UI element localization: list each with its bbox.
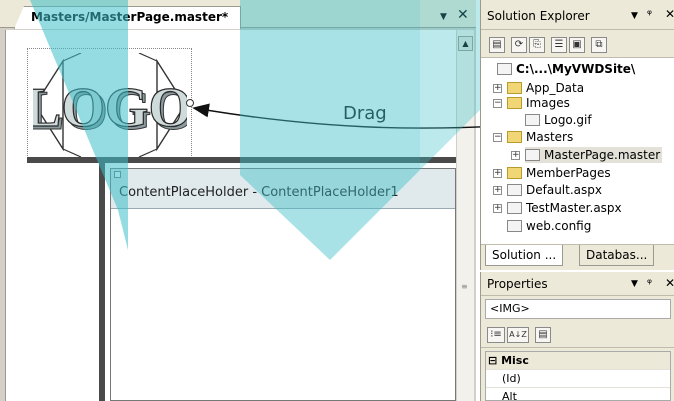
- tree-item-web-config[interactable]: web.config: [507, 218, 591, 234]
- expand-icon[interactable]: +: [493, 84, 502, 93]
- expand-icon[interactable]: +: [493, 169, 502, 178]
- folder-open-icon: [507, 97, 522, 109]
- collapse-icon[interactable]: −: [493, 99, 502, 108]
- drag-annotation-label: Drag: [343, 103, 387, 124]
- tree-item-testmaster-aspx[interactable]: TestMaster.aspx: [507, 200, 622, 216]
- expand-icon[interactable]: +: [511, 151, 520, 160]
- property-row-alt[interactable]: Alt: [486, 388, 670, 401]
- tree-item-site[interactable]: C:\...\MyVWDSite\: [497, 61, 635, 77]
- properties-panel: Properties ▼ ᵠ ✕ <IMG> ⁝≡ A↓Z ▤ ⊟ Misc (…: [480, 272, 674, 401]
- property-category-misc[interactable]: ⊟ Misc: [486, 352, 670, 370]
- folder-open-icon: [507, 131, 522, 143]
- smart-tag-icon[interactable]: [114, 171, 121, 178]
- tree-item-memberpages[interactable]: MemberPages: [507, 165, 611, 181]
- content-placeholder-header: ContentPlaceHolder - ContentPlaceHolder1: [111, 169, 455, 209]
- tree-item-masters[interactable]: Masters: [507, 129, 573, 145]
- category-label: Misc: [501, 354, 529, 367]
- scroll-up-button[interactable]: ▲: [458, 36, 473, 51]
- image-resize-handle[interactable]: [186, 99, 194, 107]
- master-header-bar: [27, 157, 456, 163]
- object-selector[interactable]: <IMG>: [485, 299, 671, 319]
- view-designer-icon[interactable]: ▣: [569, 37, 585, 53]
- content-placeholder-label: ContentPlaceHolder - ContentPlaceHolder1: [119, 185, 399, 200]
- tree-item-app-data[interactable]: App_Data: [507, 80, 584, 96]
- property-row-id[interactable]: (Id): [486, 370, 670, 388]
- properties-title: Properties: [487, 277, 548, 291]
- aspx-file-icon: [507, 202, 522, 214]
- expand-icon[interactable]: +: [493, 204, 502, 213]
- tree-item-masterpage[interactable]: MasterPage.master: [525, 147, 663, 163]
- solution-explorer-toolbar: ▤ ⟳ ⎘ ☰ ▣ ⧉: [481, 30, 674, 58]
- folder-icon: [507, 82, 522, 94]
- tree-item-logo-gif[interactable]: Logo.gif: [525, 112, 592, 128]
- collapse-category-icon[interactable]: ⊟: [486, 354, 497, 367]
- tab-solution-explorer[interactable]: Solution ...: [485, 245, 564, 266]
- solution-explorer-panel: Solution Explorer ▼ ᵠ ✕ ▤ ⟳ ⎘ ☰ ▣ ⧉ C:\.…: [480, 0, 674, 270]
- pin-icon[interactable]: ᵠ: [647, 7, 652, 21]
- tab-dropdown-icon[interactable]: ▼: [440, 12, 447, 22]
- folder-icon: [507, 167, 522, 179]
- close-icon[interactable]: ✕: [665, 7, 674, 21]
- tab-database-explorer[interactable]: Databas...: [579, 245, 655, 266]
- solution-tree[interactable]: C:\...\MyVWDSite\ + App_Data − Images Lo…: [481, 59, 674, 239]
- close-document-icon[interactable]: ✕: [457, 7, 469, 23]
- pin-icon[interactable]: ᵠ: [647, 276, 652, 290]
- scrollbar-grip[interactable]: ≡: [461, 282, 468, 291]
- master-file-icon: [525, 149, 540, 161]
- aspx-file-icon: [507, 184, 522, 196]
- expand-icon[interactable]: +: [493, 186, 502, 195]
- nest-files-icon[interactable]: ⎘: [529, 37, 545, 53]
- solution-explorer-tabs: Solution ... Databas...: [481, 244, 674, 270]
- window-position-dropdown-icon[interactable]: ▼: [631, 11, 638, 21]
- properties-button-icon[interactable]: ▤: [489, 37, 505, 53]
- categorized-icon[interactable]: ⁝≡: [487, 327, 505, 343]
- website-icon: [497, 63, 512, 75]
- tree-item-images[interactable]: Images: [507, 95, 570, 111]
- refresh-icon[interactable]: ⟳: [511, 37, 527, 53]
- properties-title-bar: Properties ▼ ᵠ ✕: [481, 272, 674, 296]
- collapse-icon[interactable]: −: [493, 133, 502, 142]
- solution-explorer-title: Solution Explorer: [487, 9, 590, 23]
- alphabetical-sort-icon[interactable]: A↓Z: [507, 327, 529, 343]
- solution-explorer-title-bar: Solution Explorer ▼ ᵠ ✕: [481, 0, 674, 30]
- content-placeholder[interactable]: ContentPlaceHolder - ContentPlaceHolder1: [110, 168, 456, 401]
- document-tab-strip: Masters/MasterPage.master* ▼ ✕: [0, 0, 476, 29]
- image-file-icon: [525, 114, 540, 126]
- config-file-icon: [507, 220, 522, 232]
- logo-image[interactable]: LOGO LOGO: [33, 53, 187, 157]
- vertical-scrollbar[interactable]: ▲ ≡: [456, 30, 474, 401]
- property-grid[interactable]: ⊟ Misc (Id) Alt: [485, 351, 671, 401]
- properties-toolbar: ⁝≡ A↓Z ▤: [481, 322, 674, 348]
- document-tab[interactable]: Masters/MasterPage.master*: [14, 6, 242, 29]
- property-pages-icon[interactable]: ▤: [535, 327, 551, 343]
- view-code-icon[interactable]: ☰: [551, 37, 567, 53]
- copy-website-icon[interactable]: ⧉: [591, 37, 607, 53]
- master-left-column: [99, 163, 105, 401]
- logo-text-face: LOGO: [33, 77, 187, 139]
- window-position-dropdown-icon[interactable]: ▼: [631, 279, 638, 289]
- tree-item-default-aspx[interactable]: Default.aspx: [507, 182, 602, 198]
- close-icon[interactable]: ✕: [665, 276, 674, 290]
